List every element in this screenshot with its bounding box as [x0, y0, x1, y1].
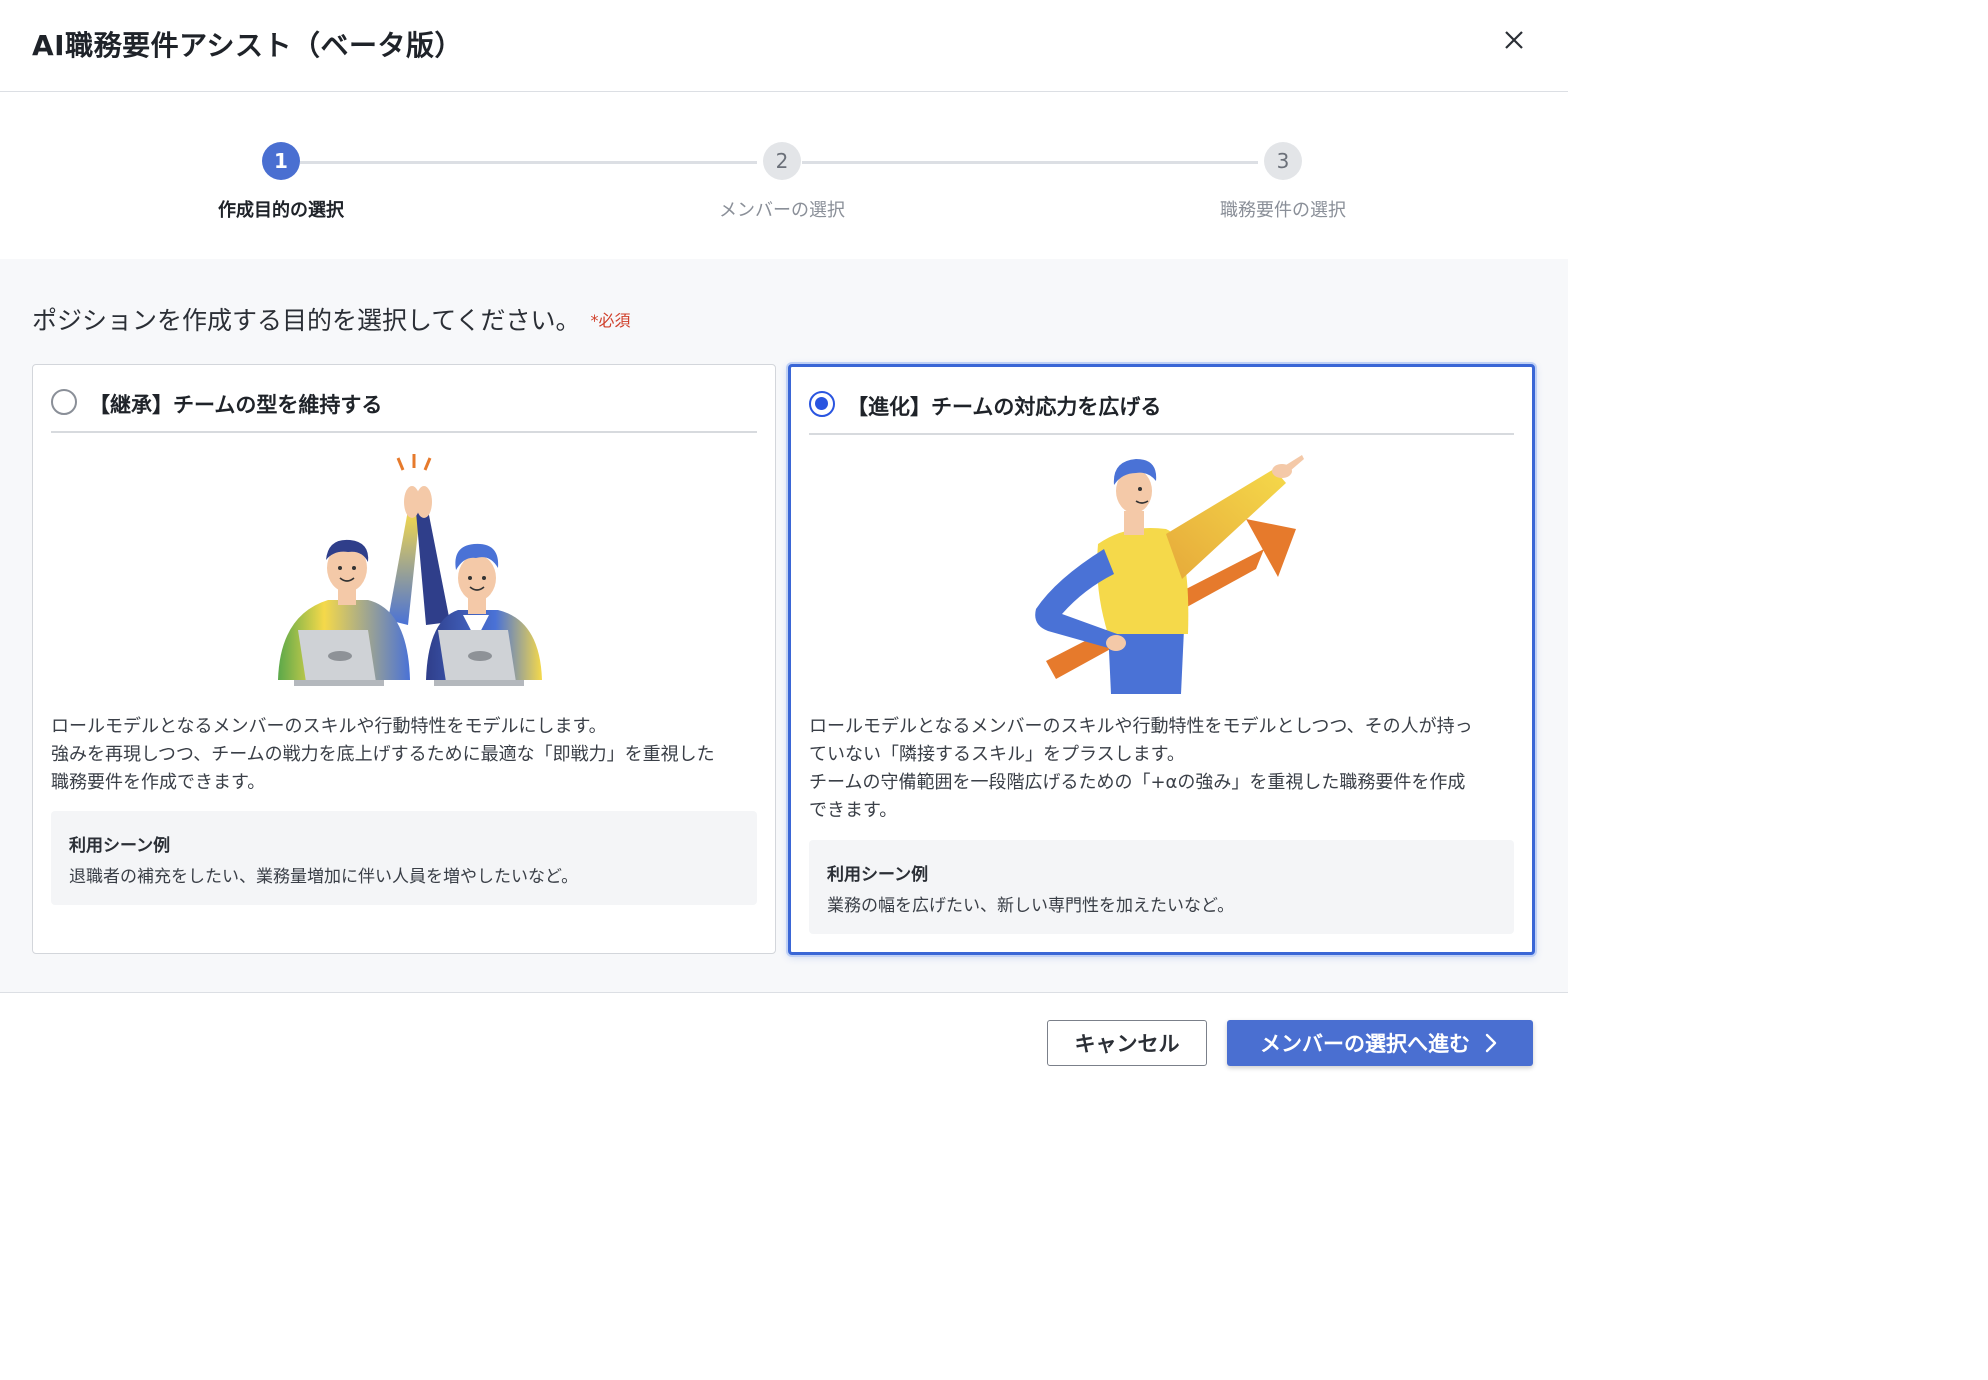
usage-scene-box-evolve: 利用シーン例 業務の幅を広げたい、新しい専門性を加えたいなど。 [809, 840, 1514, 934]
option-title-evolve: 【進化】チームの対応力を広げる [847, 395, 1162, 419]
step-3-circle: 3 [1264, 142, 1302, 180]
usage-scene-text: 業務の幅を広げたい、新しい専門性を加えたいなど。 [827, 896, 1235, 916]
close-button[interactable] [1496, 22, 1532, 58]
purpose-question: ポジションを作成する目的を選択してください。 *必須 [32, 301, 631, 337]
option-card-evolve[interactable]: 【進化】チームの対応力を広げる ロールモデルとなるメンバーのスキルや行動特性をモ… [788, 364, 1535, 955]
usage-scene-box-inherit: 利用シーン例 退職者の補充をしたい、業務量増加に伴い人員を増やしたいなど。 [51, 811, 757, 905]
option-card-header: 【継承】チームの型を維持する [51, 365, 757, 433]
stepper: 1 2 3 作成目的の選択 メンバーの選択 職務要件の選択 [0, 92, 1568, 259]
usage-scene-title: 利用シーン例 [69, 836, 171, 856]
step-1-circle: 1 [262, 142, 300, 180]
option-card-header: 【進化】チームの対応力を広げる [809, 367, 1514, 435]
two-people-high-five-illustration [278, 454, 542, 686]
step-connector-2-3 [802, 161, 1258, 164]
step-3-label: 職務要件の選択 [1220, 200, 1346, 221]
description-line: 強みを再現しつつ、チームの戦力を底上げするために最適な「即戦力」を重視した [51, 744, 715, 765]
dialog-footer: キャンセル メンバーの選択へ進む [0, 993, 1568, 1088]
step-1-label: 作成目的の選択 [218, 200, 344, 221]
person-pointing-arrow-up-illustration [1035, 455, 1304, 694]
option-card-inherit[interactable]: 【継承】チームの型を維持する ロールモデルとなるメンバーのスキルや行動特性をモデ… [32, 364, 776, 954]
required-label: *必須 [590, 311, 631, 330]
description-line: チームの守備範囲を一段階広げるための「+αの強み」を重視した職務要件を作成 [809, 772, 1466, 793]
radio-evolve[interactable] [809, 391, 835, 417]
cancel-button[interactable]: キャンセル [1047, 1020, 1207, 1066]
option-description-inherit: ロールモデルとなるメンバーのスキルや行動特性をモデルにします。 強みを再現しつつ… [51, 713, 757, 797]
option-description-evolve: ロールモデルとなるメンバーのスキルや行動特性をモデルとしつつ、その人が持っ てい… [809, 713, 1514, 825]
radio-inherit[interactable] [51, 389, 77, 415]
ai-job-requirement-dialog: AI職務要件アシスト（ベータ版） 1 2 3 作成目的の選択 メンバーの選択 職… [0, 0, 1568, 1088]
description-line: できます。 [809, 800, 898, 821]
description-line: ていない「隣接するスキル」をプラスします。 [809, 744, 1185, 765]
next-button-label: メンバーの選択へ進む [1260, 1032, 1470, 1056]
option-title-inherit: 【継承】チームの型を維持する [89, 393, 383, 417]
dialog-title: AI職務要件アシスト（ベータ版） [32, 29, 463, 62]
dialog-body: ポジションを作成する目的を選択してください。 *必須 【継承】チームの型を維持する [0, 259, 1568, 993]
step-2-circle: 2 [763, 142, 801, 180]
chevron-right-icon [1485, 1033, 1497, 1053]
question-text: ポジションを作成する目的を選択してください。 [32, 306, 581, 335]
description-line: 職務要件を作成できます。 [51, 772, 266, 793]
next-to-member-selection-button[interactable]: メンバーの選択へ進む [1227, 1020, 1533, 1066]
description-line: ロールモデルとなるメンバーのスキルや行動特性をモデルとしつつ、その人が持っ [809, 716, 1473, 737]
close-icon [1505, 31, 1523, 49]
dialog-header: AI職務要件アシスト（ベータ版） [0, 0, 1568, 92]
usage-scene-title: 利用シーン例 [827, 865, 929, 885]
usage-scene-text: 退職者の補充をしたい、業務量増加に伴い人員を増やしたいなど。 [69, 867, 579, 887]
step-2-label: メンバーの選択 [719, 200, 845, 221]
description-line: ロールモデルとなるメンバーのスキルや行動特性をモデルにします。 [51, 716, 607, 737]
step-connector-1-2 [300, 161, 757, 164]
